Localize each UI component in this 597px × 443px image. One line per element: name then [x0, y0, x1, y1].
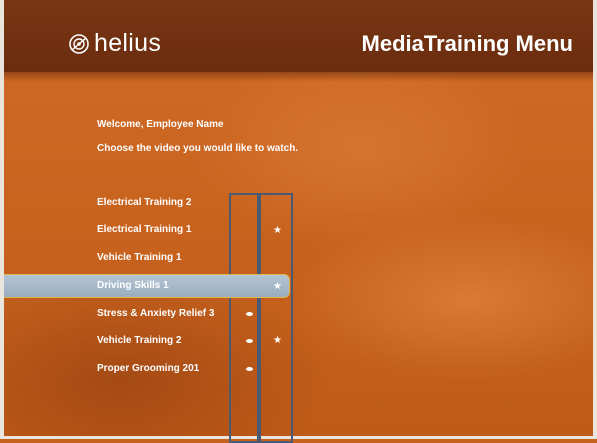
- video-item[interactable]: Electrical Training 1 ★: [4, 218, 290, 242]
- logo: helius: [68, 29, 161, 58]
- star-icon: ★: [273, 335, 282, 346]
- page-title: MediaTraining Menu: [361, 31, 573, 56]
- prompt-text: Choose the video you would like to watch…: [97, 143, 299, 154]
- video-item[interactable]: Vehicle Training 2 ★: [4, 329, 290, 353]
- welcome-text: Welcome, Employee Name: [97, 119, 224, 130]
- video-item[interactable]: Electrical Training 2: [4, 191, 290, 215]
- video-item-label: Electrical Training 1: [97, 224, 192, 235]
- video-item-label: Proper Grooming 201: [97, 363, 200, 374]
- video-item-selected[interactable]: Driving Skills 1 ★: [4, 274, 290, 298]
- star-icon: ★: [273, 225, 282, 236]
- video-item-label: Stress & Anxiety Relief 3: [97, 308, 215, 319]
- video-item[interactable]: Stress & Anxiety Relief 3: [4, 302, 290, 326]
- video-item-label: Vehicle Training 2: [97, 335, 182, 346]
- watched-dot-icon: [246, 367, 253, 371]
- video-item-label: Vehicle Training 1: [97, 252, 182, 263]
- watched-dot-icon: [246, 312, 253, 316]
- video-item-label: Electrical Training 2: [97, 197, 192, 208]
- header-banner: helius MediaTraining Menu: [4, 0, 593, 82]
- video-item[interactable]: Proper Grooming 201: [4, 357, 290, 381]
- watched-dot-icon: [246, 339, 253, 343]
- video-item[interactable]: Vehicle Training 1: [4, 246, 290, 270]
- star-icon: ★: [273, 281, 282, 292]
- video-item-label: Driving Skills 1: [97, 280, 169, 291]
- right-edge: [593, 0, 597, 439]
- logo-text: helius: [94, 29, 162, 57]
- helius-logo-icon: [69, 33, 89, 54]
